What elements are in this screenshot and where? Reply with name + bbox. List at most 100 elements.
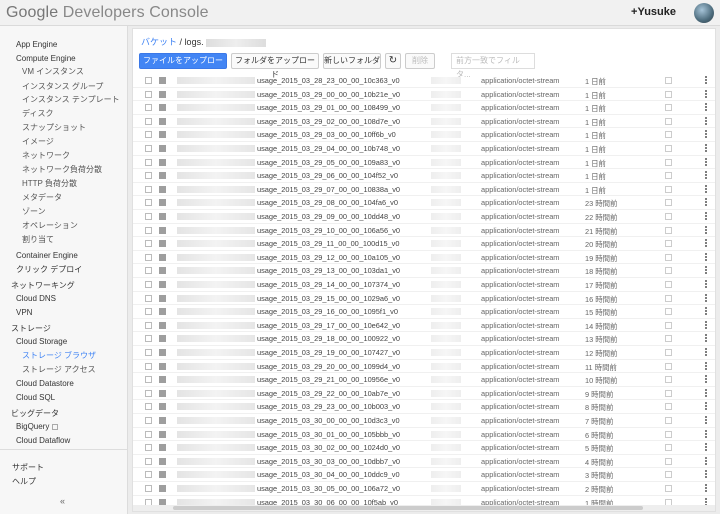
sidebar-item[interactable]: ネットワーク xyxy=(22,150,70,161)
more-vert-icon[interactable] xyxy=(704,456,708,466)
file-name-link[interactable]: usage_2015_03_29_23_00_00_10b003_v0 xyxy=(257,402,400,411)
file-name-link[interactable]: usage_2015_03_29_16_00_00_1095f1_v0 xyxy=(257,307,398,316)
more-vert-icon[interactable] xyxy=(704,333,708,343)
row-checkbox[interactable] xyxy=(145,417,152,424)
table-row[interactable]: usage_2015_03_30_00_00_00_10d3c3_v0 appli… xyxy=(133,414,715,428)
more-vert-icon[interactable] xyxy=(704,197,708,207)
file-name-link[interactable]: usage_2015_03_30_04_00_00_10ddc9_v0 xyxy=(257,470,400,479)
sidebar-item[interactable]: 割り当て xyxy=(22,234,54,245)
share-publicly-checkbox[interactable] xyxy=(665,253,672,261)
sidebar-item-support[interactable]: サポート xyxy=(12,462,44,473)
share-publicly-checkbox[interactable] xyxy=(665,335,672,343)
more-vert-icon[interactable] xyxy=(704,102,708,112)
share-publicly-checkbox[interactable] xyxy=(665,321,672,329)
file-name-link[interactable]: usage_2015_03_29_19_00_00_107427_v0 xyxy=(257,348,400,357)
row-checkbox[interactable] xyxy=(145,253,152,261)
more-vert-icon[interactable] xyxy=(704,116,708,126)
share-publicly-checkbox[interactable] xyxy=(665,185,672,193)
file-name-link[interactable]: usage_2015_03_29_03_00_00_10ff6b_v0 xyxy=(257,130,396,139)
more-vert-icon[interactable] xyxy=(704,429,708,439)
row-checkbox[interactable] xyxy=(145,213,152,220)
sidebar-item[interactable]: ゾーン xyxy=(22,206,46,217)
row-checkbox[interactable] xyxy=(145,90,152,98)
table-row[interactable]: usage_2015_03_29_15_00_00_1029a6_v0 appli… xyxy=(133,292,715,306)
file-name-link[interactable]: usage_2015_03_29_01_00_00_108499_v0 xyxy=(257,103,400,112)
share-publicly-checkbox[interactable] xyxy=(665,90,672,98)
sidebar-item[interactable]: インスタンス グループ xyxy=(22,81,103,92)
sidebar-item[interactable]: Cloud Datastore xyxy=(16,379,74,388)
avatar[interactable] xyxy=(694,3,714,23)
row-checkbox[interactable] xyxy=(145,240,152,248)
share-publicly-checkbox[interactable] xyxy=(665,213,672,220)
share-publicly-checkbox[interactable] xyxy=(665,444,672,452)
table-row[interactable]: usage_2015_03_30_01_00_00_105bbb_v0 appli… xyxy=(133,428,715,442)
more-vert-icon[interactable] xyxy=(704,483,708,493)
row-checkbox[interactable] xyxy=(145,335,152,343)
more-vert-icon[interactable] xyxy=(704,347,708,357)
row-checkbox[interactable] xyxy=(145,444,152,452)
more-vert-icon[interactable] xyxy=(704,252,708,262)
file-name-link[interactable]: usage_2015_03_30_00_00_00_10d3c3_v0 xyxy=(257,416,400,425)
row-checkbox[interactable] xyxy=(145,457,152,465)
share-publicly-checkbox[interactable] xyxy=(665,457,672,465)
file-name-link[interactable]: usage_2015_03_29_12_00_00_10a105_v0 xyxy=(257,253,400,262)
more-vert-icon[interactable] xyxy=(704,143,708,153)
file-name-link[interactable]: usage_2015_03_29_08_00_00_104fa6_v0 xyxy=(257,198,398,207)
table-row[interactable]: usage_2015_03_29_03_00_00_10ff6b_v0 appli… xyxy=(133,128,715,142)
row-checkbox[interactable] xyxy=(145,172,152,180)
sidebar-item[interactable]: Cloud Storage xyxy=(16,337,67,346)
file-name-link[interactable]: usage_2015_03_30_01_00_00_105bbb_v0 xyxy=(257,430,400,439)
more-vert-icon[interactable] xyxy=(704,225,708,235)
row-checkbox[interactable] xyxy=(145,376,152,384)
more-vert-icon[interactable] xyxy=(704,129,708,139)
row-checkbox[interactable] xyxy=(145,104,152,112)
scrollbar-thumb[interactable] xyxy=(173,506,643,510)
more-vert-icon[interactable] xyxy=(704,75,708,85)
table-row[interactable]: usage_2015_03_29_09_00_00_10dd48_v0 appli… xyxy=(133,210,715,224)
more-vert-icon[interactable] xyxy=(704,265,708,275)
more-vert-icon[interactable] xyxy=(704,184,708,194)
delete-button[interactable]: 削除 xyxy=(405,53,435,69)
more-vert-icon[interactable] xyxy=(704,306,708,316)
share-publicly-checkbox[interactable] xyxy=(665,77,672,84)
sidebar-item[interactable]: スナップショット xyxy=(22,122,86,133)
table-row[interactable]: usage_2015_03_29_14_00_00_107374_v0 appli… xyxy=(133,278,715,292)
sidebar-item[interactable]: クリック デプロイ xyxy=(16,264,82,275)
file-name-link[interactable]: usage_2015_03_29_20_00_00_1099d4_v0 xyxy=(257,362,400,371)
row-checkbox[interactable] xyxy=(145,362,152,370)
more-vert-icon[interactable] xyxy=(704,211,708,221)
more-vert-icon[interactable] xyxy=(704,415,708,425)
file-name-link[interactable]: usage_2015_03_29_07_00_00_10838a_v0 xyxy=(257,185,400,194)
sidebar-item[interactable]: Container Engine xyxy=(16,251,78,260)
table-row[interactable]: usage_2015_03_29_00_00_00_10b21e_v0 appli… xyxy=(133,88,715,102)
sidebar-item[interactable]: ディスク xyxy=(22,108,53,119)
sidebar-item[interactable]: HTTP 負荷分散 xyxy=(22,178,77,189)
sidebar-item[interactable]: ストレージ アクセス xyxy=(22,364,96,375)
more-vert-icon[interactable] xyxy=(704,374,708,384)
table-row[interactable]: usage_2015_03_29_13_00_00_103da1_v0 appli… xyxy=(133,264,715,278)
sidebar-item[interactable]: インスタンス テンプレート xyxy=(22,94,120,105)
more-vert-icon[interactable] xyxy=(704,293,708,303)
sidebar-item[interactable]: BigQuery xyxy=(16,422,59,431)
row-checkbox[interactable] xyxy=(145,389,152,397)
upload-files-button[interactable]: ファイルをアップロード xyxy=(139,53,227,79)
table-row[interactable]: usage_2015_03_29_02_00_00_108d7e_v0 appli… xyxy=(133,115,715,129)
row-checkbox[interactable] xyxy=(145,349,152,356)
table-row[interactable]: usage_2015_03_30_02_00_00_1024d0_v0 appli… xyxy=(133,441,715,455)
share-publicly-checkbox[interactable] xyxy=(665,294,672,302)
file-name-link[interactable]: usage_2015_03_28_23_00_00_10c363_v0 xyxy=(257,76,400,85)
share-publicly-checkbox[interactable] xyxy=(665,267,672,275)
table-row[interactable]: usage_2015_03_29_04_00_00_10b748_v0 appli… xyxy=(133,142,715,156)
file-name-link[interactable]: usage_2015_03_29_05_00_00_109a83_v0 xyxy=(257,158,400,167)
file-name-link[interactable]: usage_2015_03_30_05_00_00_106a72_v0 xyxy=(257,484,400,493)
sidebar-item[interactable]: Cloud Dataflow xyxy=(16,436,70,445)
more-vert-icon[interactable] xyxy=(704,157,708,167)
file-name-link[interactable]: usage_2015_03_29_21_00_00_10956e_v0 xyxy=(257,375,400,384)
row-checkbox[interactable] xyxy=(145,294,152,302)
more-vert-icon[interactable] xyxy=(704,401,708,411)
share-publicly-checkbox[interactable] xyxy=(665,403,672,411)
table-row[interactable]: usage_2015_03_29_11_00_00_100d15_v0 appli… xyxy=(133,237,715,251)
row-checkbox[interactable] xyxy=(145,485,152,492)
share-publicly-checkbox[interactable] xyxy=(665,308,672,316)
table-row[interactable]: usage_2015_03_29_06_00_00_104f52_v0 appli… xyxy=(133,169,715,183)
